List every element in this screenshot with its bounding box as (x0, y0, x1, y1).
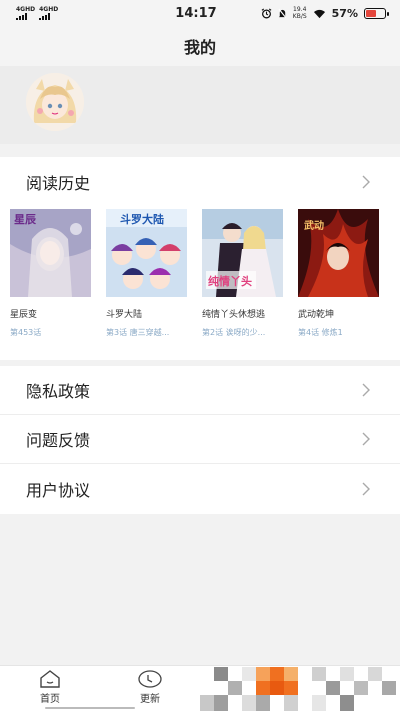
svg-text:星辰: 星辰 (14, 213, 37, 226)
cover-romance-icon: 纯情丫头 (202, 209, 283, 297)
tab-label: 更新 (140, 694, 160, 705)
home-indicator (45, 707, 135, 709)
battery-percent: 57% (331, 6, 358, 20)
svg-text:武动: 武动 (304, 219, 324, 232)
reading-history-card: 阅读历史 星辰 星辰变 第453话 斗罗大陆 斗罗大陆 第3话 唐三穿越... … (0, 157, 400, 360)
avatar[interactable] (26, 73, 84, 131)
menu-item-label: 隐私政策 (26, 382, 91, 401)
page-title: 我的 (0, 26, 400, 66)
reading-history-header[interactable]: 阅读历史 (0, 157, 400, 207)
book-progress: 第2话 诶呀的少... (202, 328, 266, 337)
sim2-signal-icon: 4GHD (39, 6, 58, 20)
profile-section (0, 66, 400, 144)
tab-update[interactable]: 更新 (120, 669, 180, 705)
book-title: 星辰变 (10, 310, 38, 320)
settings-menu: 隐私政策 问题反馈 用户协议 (0, 366, 400, 514)
book-progress: 第453话 (10, 328, 42, 337)
clock: 14:17 (175, 5, 217, 21)
status-bar: 4GHD 4GHD 14:17 19.4 KB/S 57% (0, 0, 400, 26)
cover-group-icon: 斗罗大陆 (106, 209, 187, 297)
signal-group: 4GHD 4GHD (16, 6, 136, 20)
status-icons: 19.4 KB/S 57% (236, 6, 389, 20)
mute-icon (278, 8, 287, 18)
cover-fire-icon: 武动 (298, 209, 379, 297)
menu-item-privacy-policy[interactable]: 隐私政策 (0, 366, 400, 415)
home-icon (40, 670, 60, 688)
update-icon (138, 670, 162, 688)
tab-home[interactable]: 首页 (20, 669, 80, 705)
menu-item-label: 问题反馈 (26, 431, 91, 450)
tab-label: 首页 (40, 694, 60, 705)
battery-icon (364, 7, 389, 19)
menu-item-feedback[interactable]: 问题反馈 (0, 415, 400, 464)
avatar-illustration (26, 73, 84, 131)
history-book-list: 星辰 星辰变 第453话 斗罗大陆 斗罗大陆 第3话 唐三穿越... 纯情丫头 … (10, 209, 379, 338)
network-speed: 19.4 KB/S (292, 6, 307, 20)
reading-history-title: 阅读历史 (26, 174, 91, 193)
alarm-icon (261, 7, 272, 18)
history-book[interactable]: 纯情丫头 纯情丫头休想逃 第2话 诶呀的少... (202, 209, 283, 338)
menu-item-user-agreement[interactable]: 用户协议 (0, 464, 400, 513)
book-progress: 第4话 修炼1 (298, 328, 343, 337)
book-title: 纯情丫头休想逃 (202, 310, 266, 320)
history-book[interactable]: 武动 武动乾坤 第4话 修炼1 (298, 209, 379, 338)
chevron-right-icon (362, 175, 370, 189)
history-book[interactable]: 星辰 星辰变 第453话 (10, 209, 91, 338)
book-title: 武动乾坤 (298, 310, 335, 320)
book-progress: 第3话 唐三穿越... (106, 328, 170, 337)
chevron-right-icon (362, 432, 370, 446)
wifi-icon (313, 9, 325, 18)
svg-text:斗罗大陆: 斗罗大陆 (120, 212, 164, 226)
chevron-right-icon (362, 383, 370, 397)
book-title: 斗罗大陆 (106, 310, 143, 320)
cover-fantasy-icon: 星辰 (10, 209, 91, 297)
history-book[interactable]: 斗罗大陆 斗罗大陆 第3话 唐三穿越... (106, 209, 187, 338)
pixelated-region (200, 667, 400, 711)
svg-text:纯情丫头: 纯情丫头 (208, 274, 252, 288)
menu-item-label: 用户协议 (26, 480, 91, 500)
chevron-right-icon (362, 482, 370, 495)
sim1-signal-icon: 4GHD (16, 6, 35, 20)
